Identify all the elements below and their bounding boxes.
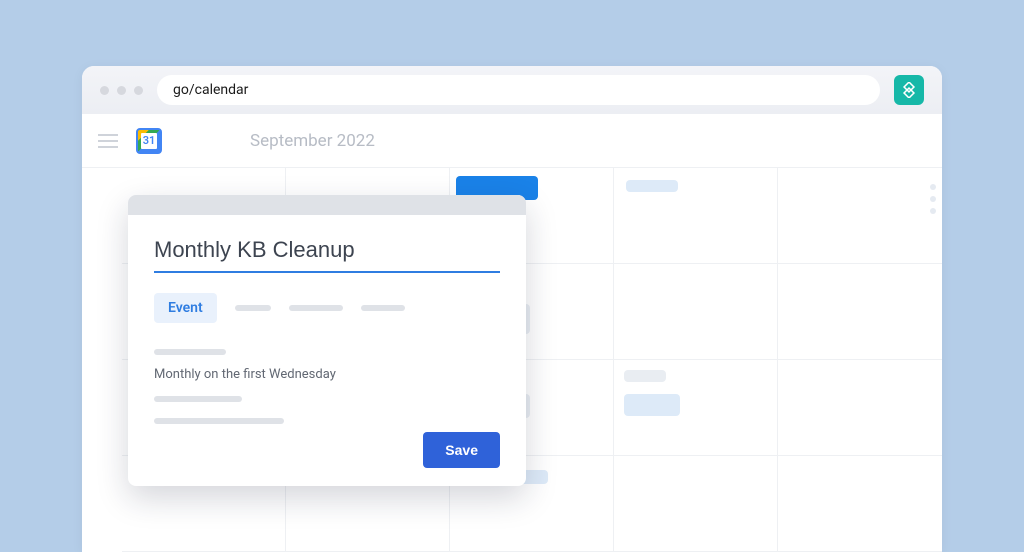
calendar-cell[interactable]	[778, 168, 942, 264]
event-type-row: Event	[154, 293, 500, 323]
browser-chrome: go/calendar	[82, 66, 942, 114]
scroll-indicator	[930, 174, 936, 214]
calendar-cell[interactable]	[614, 168, 778, 264]
calendar-cell[interactable]	[614, 264, 778, 360]
grid-gutter	[82, 168, 122, 264]
minimize-window-icon[interactable]	[117, 86, 126, 95]
calendar-cell[interactable]	[614, 360, 778, 456]
event-chip[interactable]	[626, 180, 678, 192]
app-header: 31 September 2022	[82, 114, 942, 168]
detail-placeholder	[154, 418, 284, 424]
event-type-pill[interactable]: Event	[154, 293, 217, 323]
url-text: go/calendar	[173, 82, 248, 98]
url-bar[interactable]: go/calendar	[157, 75, 880, 105]
month-label: September 2022	[250, 131, 375, 151]
calendar-cell[interactable]	[778, 456, 942, 552]
event-details-area: Monthly on the first Wednesday	[154, 349, 500, 424]
grid-gutter	[82, 360, 122, 456]
close-window-icon[interactable]	[100, 86, 109, 95]
calendar-cell[interactable]	[778, 360, 942, 456]
grid-gutter	[82, 456, 122, 552]
extension-button[interactable]	[894, 75, 924, 105]
save-button[interactable]: Save	[423, 432, 500, 468]
event-title-input[interactable]	[154, 233, 500, 273]
type-option-placeholder[interactable]	[289, 305, 343, 311]
detail-placeholder	[154, 396, 242, 402]
calendar-cell[interactable]	[778, 264, 942, 360]
hamburger-menu-icon[interactable]	[98, 134, 118, 148]
calendar-cell[interactable]	[614, 456, 778, 552]
dialog-actions: Save	[154, 432, 500, 468]
calendar-logo-day: 31	[141, 133, 157, 149]
dialog-handle[interactable]	[128, 195, 526, 215]
window-controls	[100, 86, 143, 95]
type-option-placeholder[interactable]	[235, 305, 271, 311]
calendar-logo-icon[interactable]: 31	[136, 128, 162, 154]
extension-icon	[901, 82, 917, 98]
type-option-placeholder[interactable]	[361, 305, 405, 311]
grid-gutter	[82, 264, 122, 360]
event-chip[interactable]	[624, 394, 680, 416]
dialog-body: Event Monthly on the first Wednesday Sav…	[128, 215, 526, 486]
event-chip[interactable]	[624, 370, 666, 382]
create-event-dialog: Event Monthly on the first Wednesday Sav…	[128, 195, 526, 486]
maximize-window-icon[interactable]	[134, 86, 143, 95]
recurrence-text[interactable]: Monthly on the first Wednesday	[154, 367, 500, 382]
detail-placeholder	[154, 349, 226, 355]
